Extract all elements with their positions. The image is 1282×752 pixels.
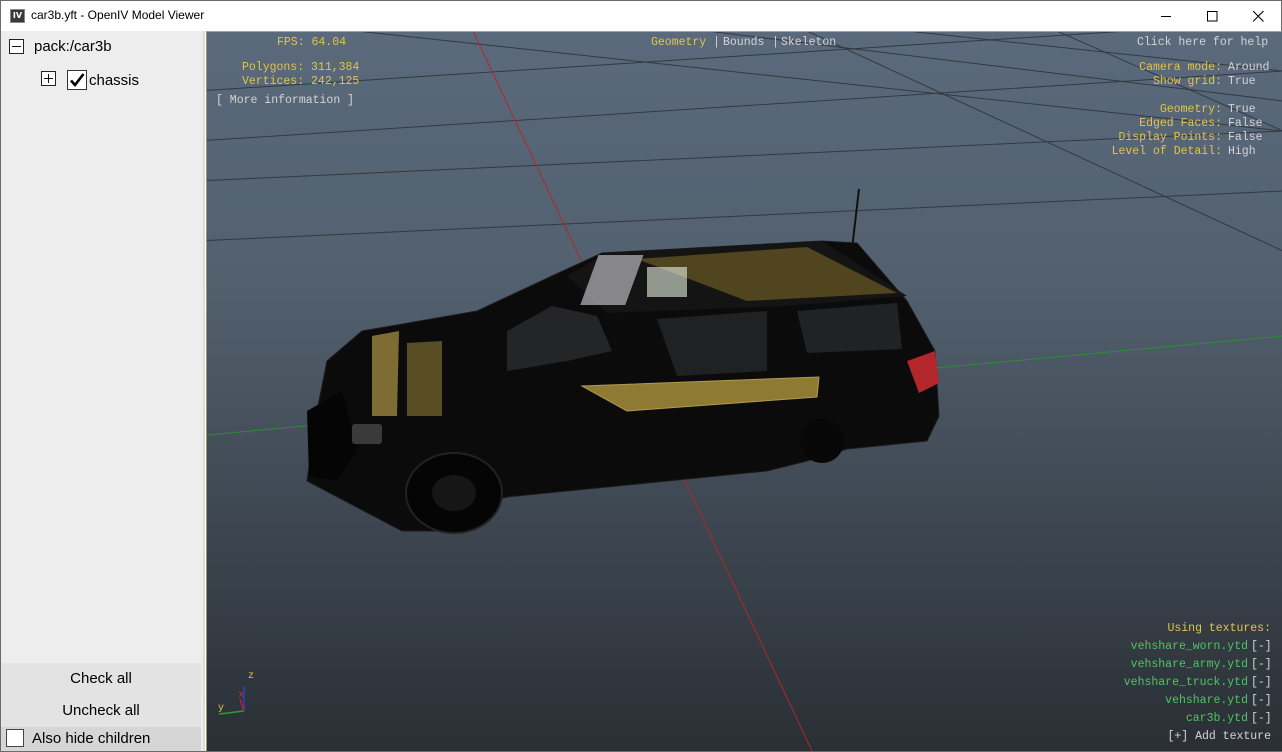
checkmark-icon — [70, 73, 85, 88]
display-points-label[interactable]: Display Points: — [1118, 131, 1222, 144]
more-information-link[interactable]: [ More information ] — [216, 94, 354, 107]
level-of-detail-label[interactable]: Level of Detail: — [1112, 145, 1222, 158]
expand-icon[interactable] — [41, 71, 56, 86]
3d-viewport[interactable]: z y x FPS: 64.04 Polygons: 311,384 Verti… — [207, 31, 1282, 751]
vehicle-model[interactable] — [306, 188, 940, 534]
remove-texture-button[interactable]: [-] — [1251, 694, 1272, 707]
texture-link[interactable]: vehshare.ytd — [1165, 694, 1248, 707]
mode-skeleton-tab[interactable]: Skeleton — [781, 36, 836, 49]
chassis-checkbox[interactable] — [67, 70, 87, 90]
remove-texture-button[interactable]: [-] — [1251, 640, 1272, 653]
axis-z-label: z — [248, 671, 255, 682]
minimize-icon — [1161, 16, 1171, 17]
close-icon — [1253, 11, 1264, 22]
edged-faces-value[interactable]: False — [1228, 117, 1263, 130]
geometry-label[interactable]: Geometry: — [1160, 103, 1222, 116]
display-points-value[interactable]: False — [1228, 131, 1263, 144]
level-of-detail-value[interactable]: High — [1228, 145, 1256, 158]
minimize-button[interactable] — [1143, 1, 1189, 31]
vertices-readout: Vertices: 242,125 — [242, 75, 360, 88]
mode-separator: | — [772, 36, 779, 49]
mode-geometry-tab[interactable]: Geometry — [651, 36, 706, 49]
remove-texture-button[interactable]: [-] — [1251, 676, 1272, 689]
tree-root-label[interactable]: pack:/car3b — [34, 38, 112, 55]
hide-children-label: Also hide children — [32, 730, 151, 747]
edged-faces-label[interactable]: Edged Faces: — [1139, 117, 1222, 130]
title-bar[interactable]: IV car3b.yft - OpenIV Model Viewer — [1, 1, 1281, 31]
help-link[interactable]: Click here for help — [1137, 36, 1268, 49]
remove-texture-button[interactable]: [-] — [1251, 712, 1272, 725]
show-grid-value[interactable]: True — [1228, 75, 1256, 88]
texture-link[interactable]: vehshare_worn.ytd — [1131, 640, 1248, 653]
texture-link[interactable]: car3b.ytd — [1186, 712, 1248, 725]
textures-header: Using textures: — [1167, 622, 1271, 635]
hide-children-option[interactable]: Also hide children — [1, 727, 201, 751]
maximize-button[interactable] — [1189, 1, 1235, 31]
polygons-readout: Polygons: 311,384 — [242, 61, 360, 74]
check-all-button[interactable]: Check all — [1, 663, 201, 695]
add-texture-button[interactable]: [+] Add texture — [1167, 730, 1271, 743]
tree-item-label[interactable]: chassis — [89, 72, 139, 89]
maximize-icon — [1207, 11, 1218, 22]
window-title: car3b.yft - OpenIV Model Viewer — [31, 8, 205, 22]
openiv-app-icon: IV — [10, 9, 25, 23]
axis-x-label: x — [238, 690, 245, 701]
collapse-icon[interactable] — [9, 39, 24, 54]
hide-children-checkbox[interactable] — [6, 729, 24, 747]
mode-separator: | — [713, 36, 720, 49]
mode-bounds-tab[interactable]: Bounds — [723, 36, 764, 49]
camera-mode-label[interactable]: Camera mode: — [1139, 61, 1222, 74]
geometry-value[interactable]: True — [1228, 103, 1256, 116]
texture-link[interactable]: vehshare_truck.ytd — [1124, 676, 1248, 689]
remove-texture-button[interactable]: [-] — [1251, 658, 1272, 671]
texture-link[interactable]: vehshare_army.ytd — [1131, 658, 1248, 671]
axis-y-label: y — [218, 703, 225, 714]
close-button[interactable] — [1235, 1, 1281, 31]
fps-readout: FPS: 64.04 — [277, 36, 347, 49]
uncheck-all-button[interactable]: Uncheck all — [1, 695, 201, 727]
show-grid-label[interactable]: Show grid: — [1153, 75, 1222, 88]
viewport-top-border — [207, 31, 1282, 32]
app-window: IV car3b.yft - OpenIV Model Viewer pack:… — [0, 0, 1282, 752]
camera-mode-value[interactable]: Around — [1228, 61, 1269, 74]
model-tree-sidebar: pack:/car3b chassis Check all Uncheck al… — [1, 31, 205, 751]
